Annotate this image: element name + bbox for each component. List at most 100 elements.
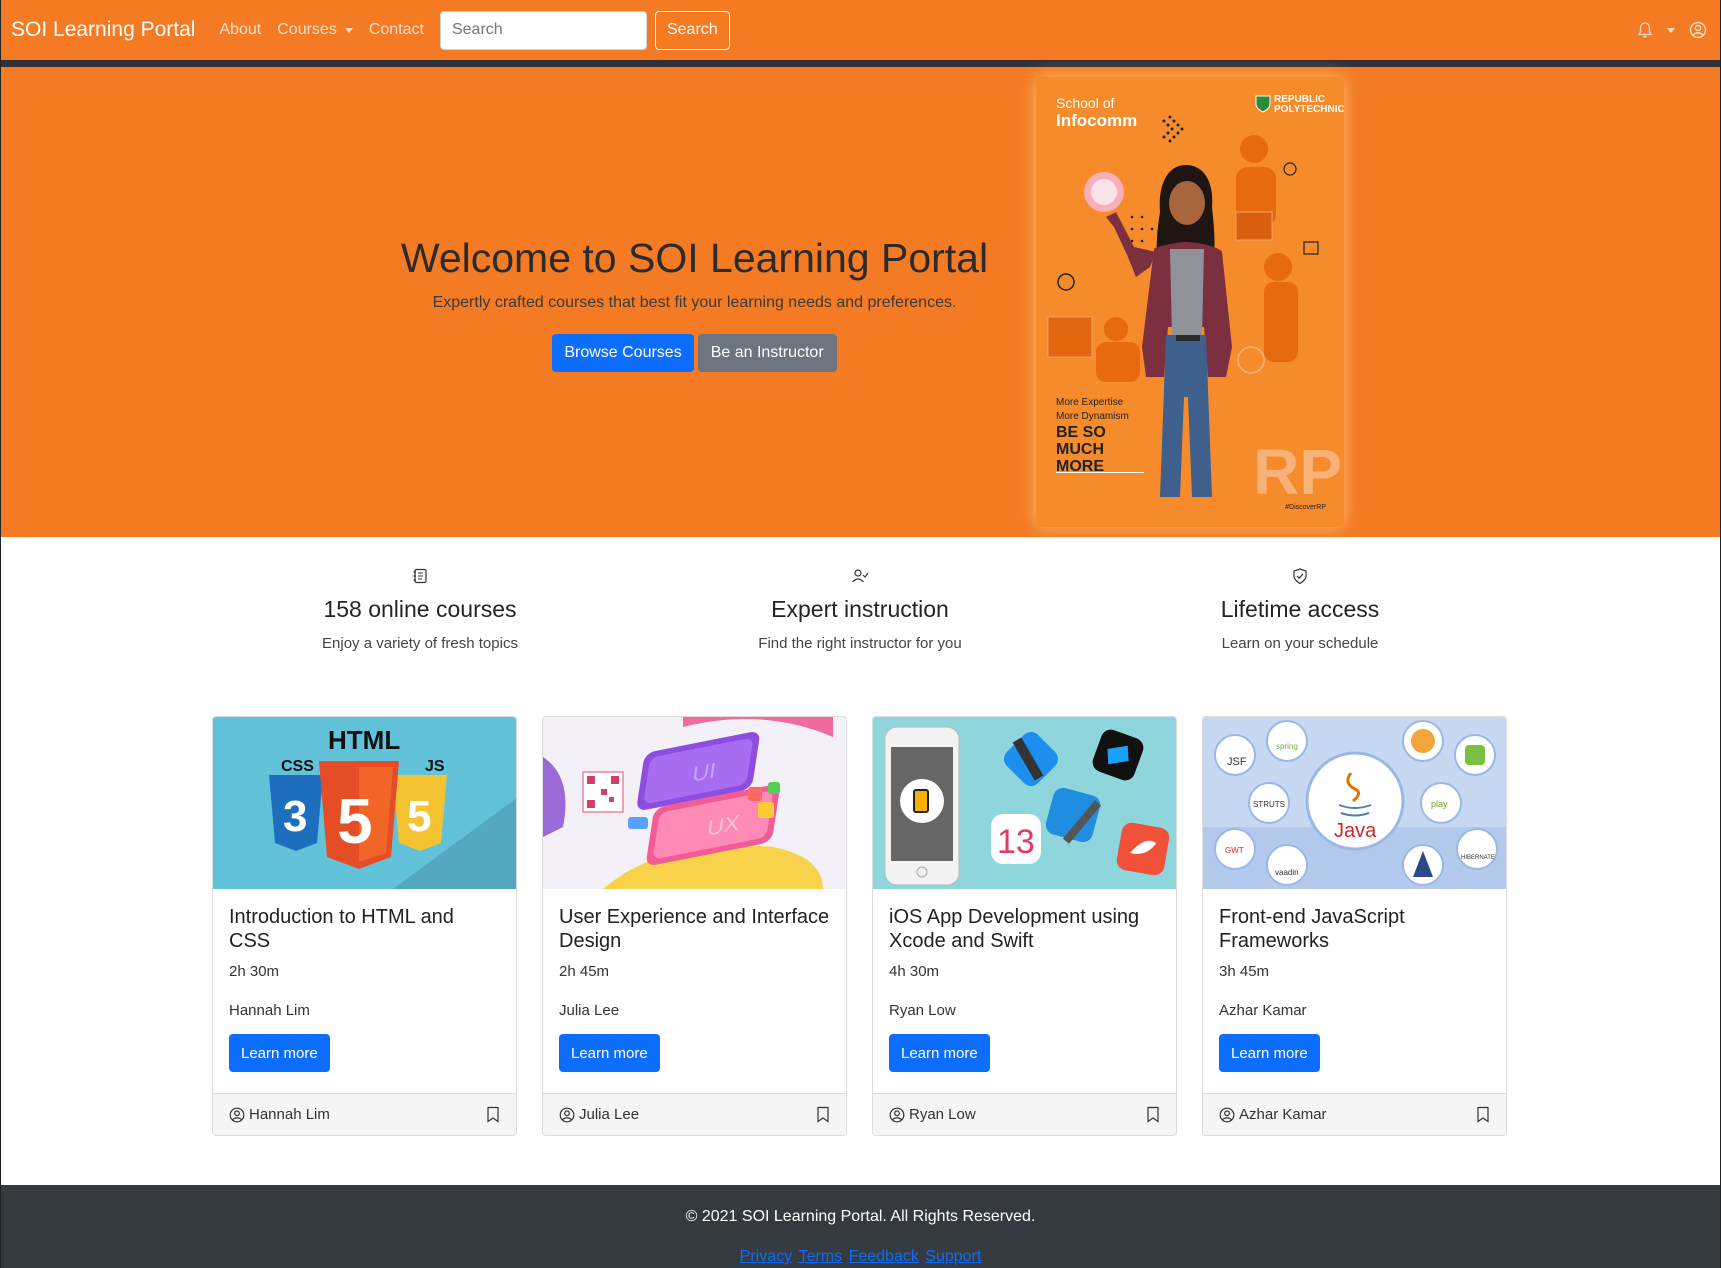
hibernate-text: HIBERNATE <box>1461 855 1495 861</box>
page-footer: © 2021 SOI Learning Portal. All Rights R… <box>0 1185 1721 1268</box>
feature-courses-title: 158 online courses <box>323 596 517 622</box>
journal-icon <box>413 568 427 584</box>
card-author: Ryan Low <box>889 1106 976 1123</box>
card-footer: Azhar Kamar <box>1203 1093 1506 1135</box>
course-card: Java JSF spring STRUTS GWT vaadin play H… <box>1202 716 1507 1136</box>
notifications-dropdown[interactable] <box>1637 21 1675 39</box>
course-card: UI UX User Experience and Interface Desi… <box>542 716 847 1136</box>
course-title[interactable]: Introduction to HTML and CSS <box>229 905 500 953</box>
nav-about[interactable]: About <box>219 21 261 39</box>
card-author-name: Julia Lee <box>579 1106 640 1123</box>
top-navbar: SOI Learning Portal About Courses Contac… <box>0 0 1721 60</box>
copyright-text: © 2021 SOI Learning Portal. All Rights R… <box>685 1208 1036 1225</box>
brand-logo[interactable]: SOI Learning Portal <box>11 18 195 42</box>
bell-icon <box>1637 21 1653 38</box>
poster-tagline: BE SO MUCH MORE <box>1056 424 1106 475</box>
nav-contact[interactable]: Contact <box>369 21 424 39</box>
course-instructor: Julia Lee <box>559 1002 620 1019</box>
struts-text: STRUTS <box>1253 800 1285 809</box>
bookmark-button[interactable] <box>1146 1106 1160 1123</box>
svg-text:5: 5 <box>337 785 373 857</box>
course-title[interactable]: Front-end JavaScript Frameworks <box>1219 905 1490 953</box>
card-footer: Ryan Low <box>873 1093 1176 1135</box>
person-circle-icon <box>1219 1107 1235 1122</box>
ui-ux-phones: UI UX <box>543 717 833 889</box>
footer-link-support[interactable]: Support <box>925 1248 981 1265</box>
nav-courses-dropdown[interactable]: Courses <box>277 21 353 39</box>
js-text: JS <box>425 758 445 775</box>
learn-more-button[interactable]: Learn more <box>889 1034 990 1072</box>
bookmark-icon <box>817 1106 829 1123</box>
person-circle-icon <box>229 1107 245 1122</box>
course-image-html-css: HTML CSS JS 3 5 5 <box>213 717 516 889</box>
learn-more-button[interactable]: Learn more <box>559 1034 660 1072</box>
browse-courses-button[interactable]: Browse Courses <box>552 334 694 372</box>
shield-check-icon <box>1293 568 1307 585</box>
footer-link-terms[interactable]: Terms <box>799 1248 843 1265</box>
card-author-name: Hannah Lim <box>249 1106 330 1123</box>
search-input[interactable] <box>439 10 647 50</box>
footer-link-privacy[interactable]: Privacy <box>740 1248 792 1265</box>
course-duration: 2h 45m <box>559 963 610 980</box>
poster-hashtag: #DiscoverRP <box>1285 504 1326 511</box>
svg-text:5: 5 <box>407 792 431 841</box>
user-circle-icon[interactable] <box>1689 21 1707 39</box>
java-frameworks: Java JSF spring STRUTS GWT vaadin play H… <box>1203 720 1506 889</box>
feature-instruction: Expert instruction Find the right instru… <box>640 568 1080 652</box>
bookmark-icon <box>487 1106 499 1123</box>
html-css-js-logos: HTML CSS JS 3 5 5 <box>269 725 516 889</box>
course-image-ios: 13 <box>873 717 1176 889</box>
hero-section: Welcome to SOI Learning Portal Expertly … <box>0 67 1721 537</box>
person-check-icon <box>852 569 869 583</box>
course-duration: 4h 30m <box>889 963 940 980</box>
feature-courses: 158 online courses Enjoy a variety of fr… <box>200 568 640 652</box>
republic-polytechnic-logo: REPUBLIC POLYTECHNIC <box>1255 94 1344 115</box>
course-title[interactable]: User Experience and Interface Design <box>559 905 830 953</box>
poster-rp-letters: RP <box>1253 436 1342 508</box>
poster-school-of: School of <box>1056 95 1115 111</box>
html-text: HTML <box>328 725 400 755</box>
feature-instruction-text: Find the right instructor for you <box>758 635 962 652</box>
hero-poster-image: School of Infocomm REPUBLIC POLYTECHNIC … <box>1036 77 1344 527</box>
feature-lifetime-text: Learn on your schedule <box>1221 635 1379 652</box>
course-title[interactable]: iOS App Development using Xcode and Swif… <box>889 905 1160 953</box>
ios13-text: 13 <box>997 823 1035 861</box>
course-card: HTML CSS JS 3 5 5 Introduction to HTML a… <box>212 716 517 1136</box>
course-card: 13 iOS App Development using Xcode and S… <box>872 716 1177 1136</box>
chevron-down-icon <box>1667 27 1675 33</box>
shield-logo-icon <box>1255 95 1271 113</box>
course-instructor: Hannah Lim <box>229 1002 310 1019</box>
card-author: Julia Lee <box>559 1106 639 1123</box>
be-instructor-button[interactable]: Be an Instructor <box>697 334 837 372</box>
person-circle-icon <box>559 1107 575 1122</box>
bookmark-button[interactable] <box>486 1106 500 1123</box>
course-instructor: Ryan Low <box>889 1002 956 1019</box>
course-instructor: Azhar Kamar <box>1219 1002 1307 1019</box>
card-author: Hannah Lim <box>229 1106 330 1123</box>
feature-instruction-title: Expert instruction <box>771 596 949 622</box>
bookmark-button[interactable] <box>816 1106 830 1123</box>
svg-text:3: 3 <box>283 792 307 841</box>
bookmark-button[interactable] <box>1476 1106 1490 1123</box>
navbar-divider <box>0 60 1721 67</box>
learn-more-button[interactable]: Learn more <box>229 1034 330 1072</box>
java-text: Java <box>1334 820 1377 842</box>
jsf-text: JSF <box>1227 756 1247 768</box>
card-author: Azhar Kamar <box>1219 1106 1327 1123</box>
poster-logo-text: REPUBLIC POLYTECHNIC <box>1274 94 1344 115</box>
card-footer: Julia Lee <box>543 1093 846 1135</box>
xcode-swift-icons: 13 <box>884 726 1170 886</box>
search-button[interactable]: Search <box>654 10 730 50</box>
course-image-ui-ux: UI UX <box>543 717 846 889</box>
css-text: CSS <box>281 758 314 775</box>
person-circle-icon <box>889 1107 905 1122</box>
poster-tag-expertise: More Expertise <box>1056 397 1124 408</box>
feature-lifetime-title: Lifetime access <box>1220 596 1380 622</box>
bookmark-icon <box>1477 1106 1489 1123</box>
footer-link-feedback[interactable]: Feedback <box>849 1248 919 1265</box>
learn-more-button[interactable]: Learn more <box>1219 1034 1320 1072</box>
poster-tag-dynamism: More Dynamism <box>1056 411 1129 422</box>
chevron-down-icon <box>344 27 353 33</box>
poster-infocomm: Infocomm <box>1056 111 1138 130</box>
bookmark-icon <box>1147 1106 1159 1123</box>
